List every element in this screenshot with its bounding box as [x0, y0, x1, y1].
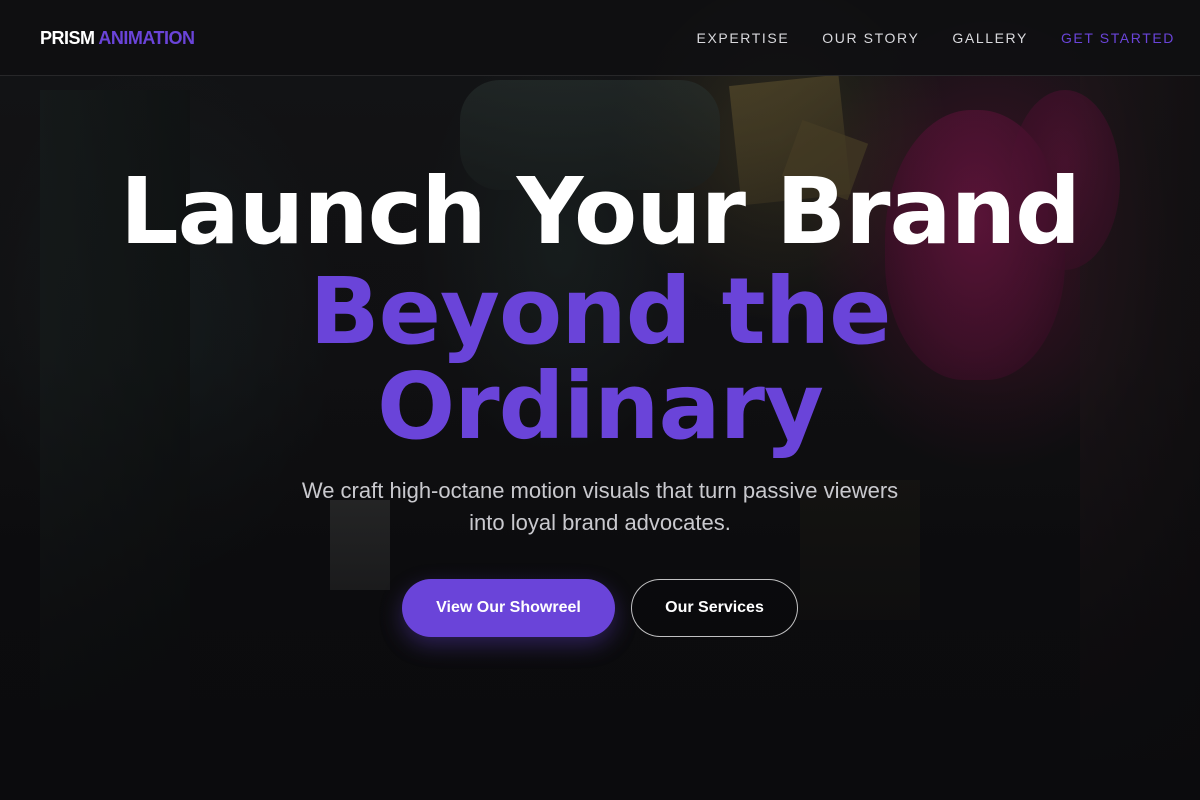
brand-logo[interactable]: PRISM ANIMATION	[40, 26, 195, 50]
hero-headline-line-1: Launch Your Brand	[120, 158, 1081, 265]
nav-link-gallery[interactable]: GALLERY	[952, 28, 1028, 48]
landing-page: PRISM ANIMATION EXPERTISE OUR STORY GALL…	[0, 0, 1200, 800]
hero-headline-line-2: Beyond the	[309, 258, 892, 365]
view-showreel-button[interactable]: View Our Showreel	[402, 579, 615, 637]
nav-link-expertise[interactable]: EXPERTISE	[697, 28, 790, 48]
hero-headline-line-3: Ordinary	[377, 353, 824, 460]
nav-link-our-story[interactable]: OUR STORY	[822, 28, 919, 48]
logo-primary-text: PRISM	[40, 28, 95, 48]
hero-subtitle: We craft high-octane motion visuals that…	[301, 478, 899, 535]
logo-accent-text: ANIMATION	[98, 28, 195, 48]
our-services-button[interactable]: Our Services	[631, 579, 798, 637]
hero-section: Launch Your Brand Beyond the Ordinary We…	[0, 0, 1200, 800]
top-navigation: PRISM ANIMATION EXPERTISE OUR STORY GALL…	[0, 0, 1200, 76]
nav-link-get-started[interactable]: GET STARTED	[1061, 28, 1175, 48]
nav-links: EXPERTISE OUR STORY GALLERY GET STARTED	[697, 28, 1175, 48]
